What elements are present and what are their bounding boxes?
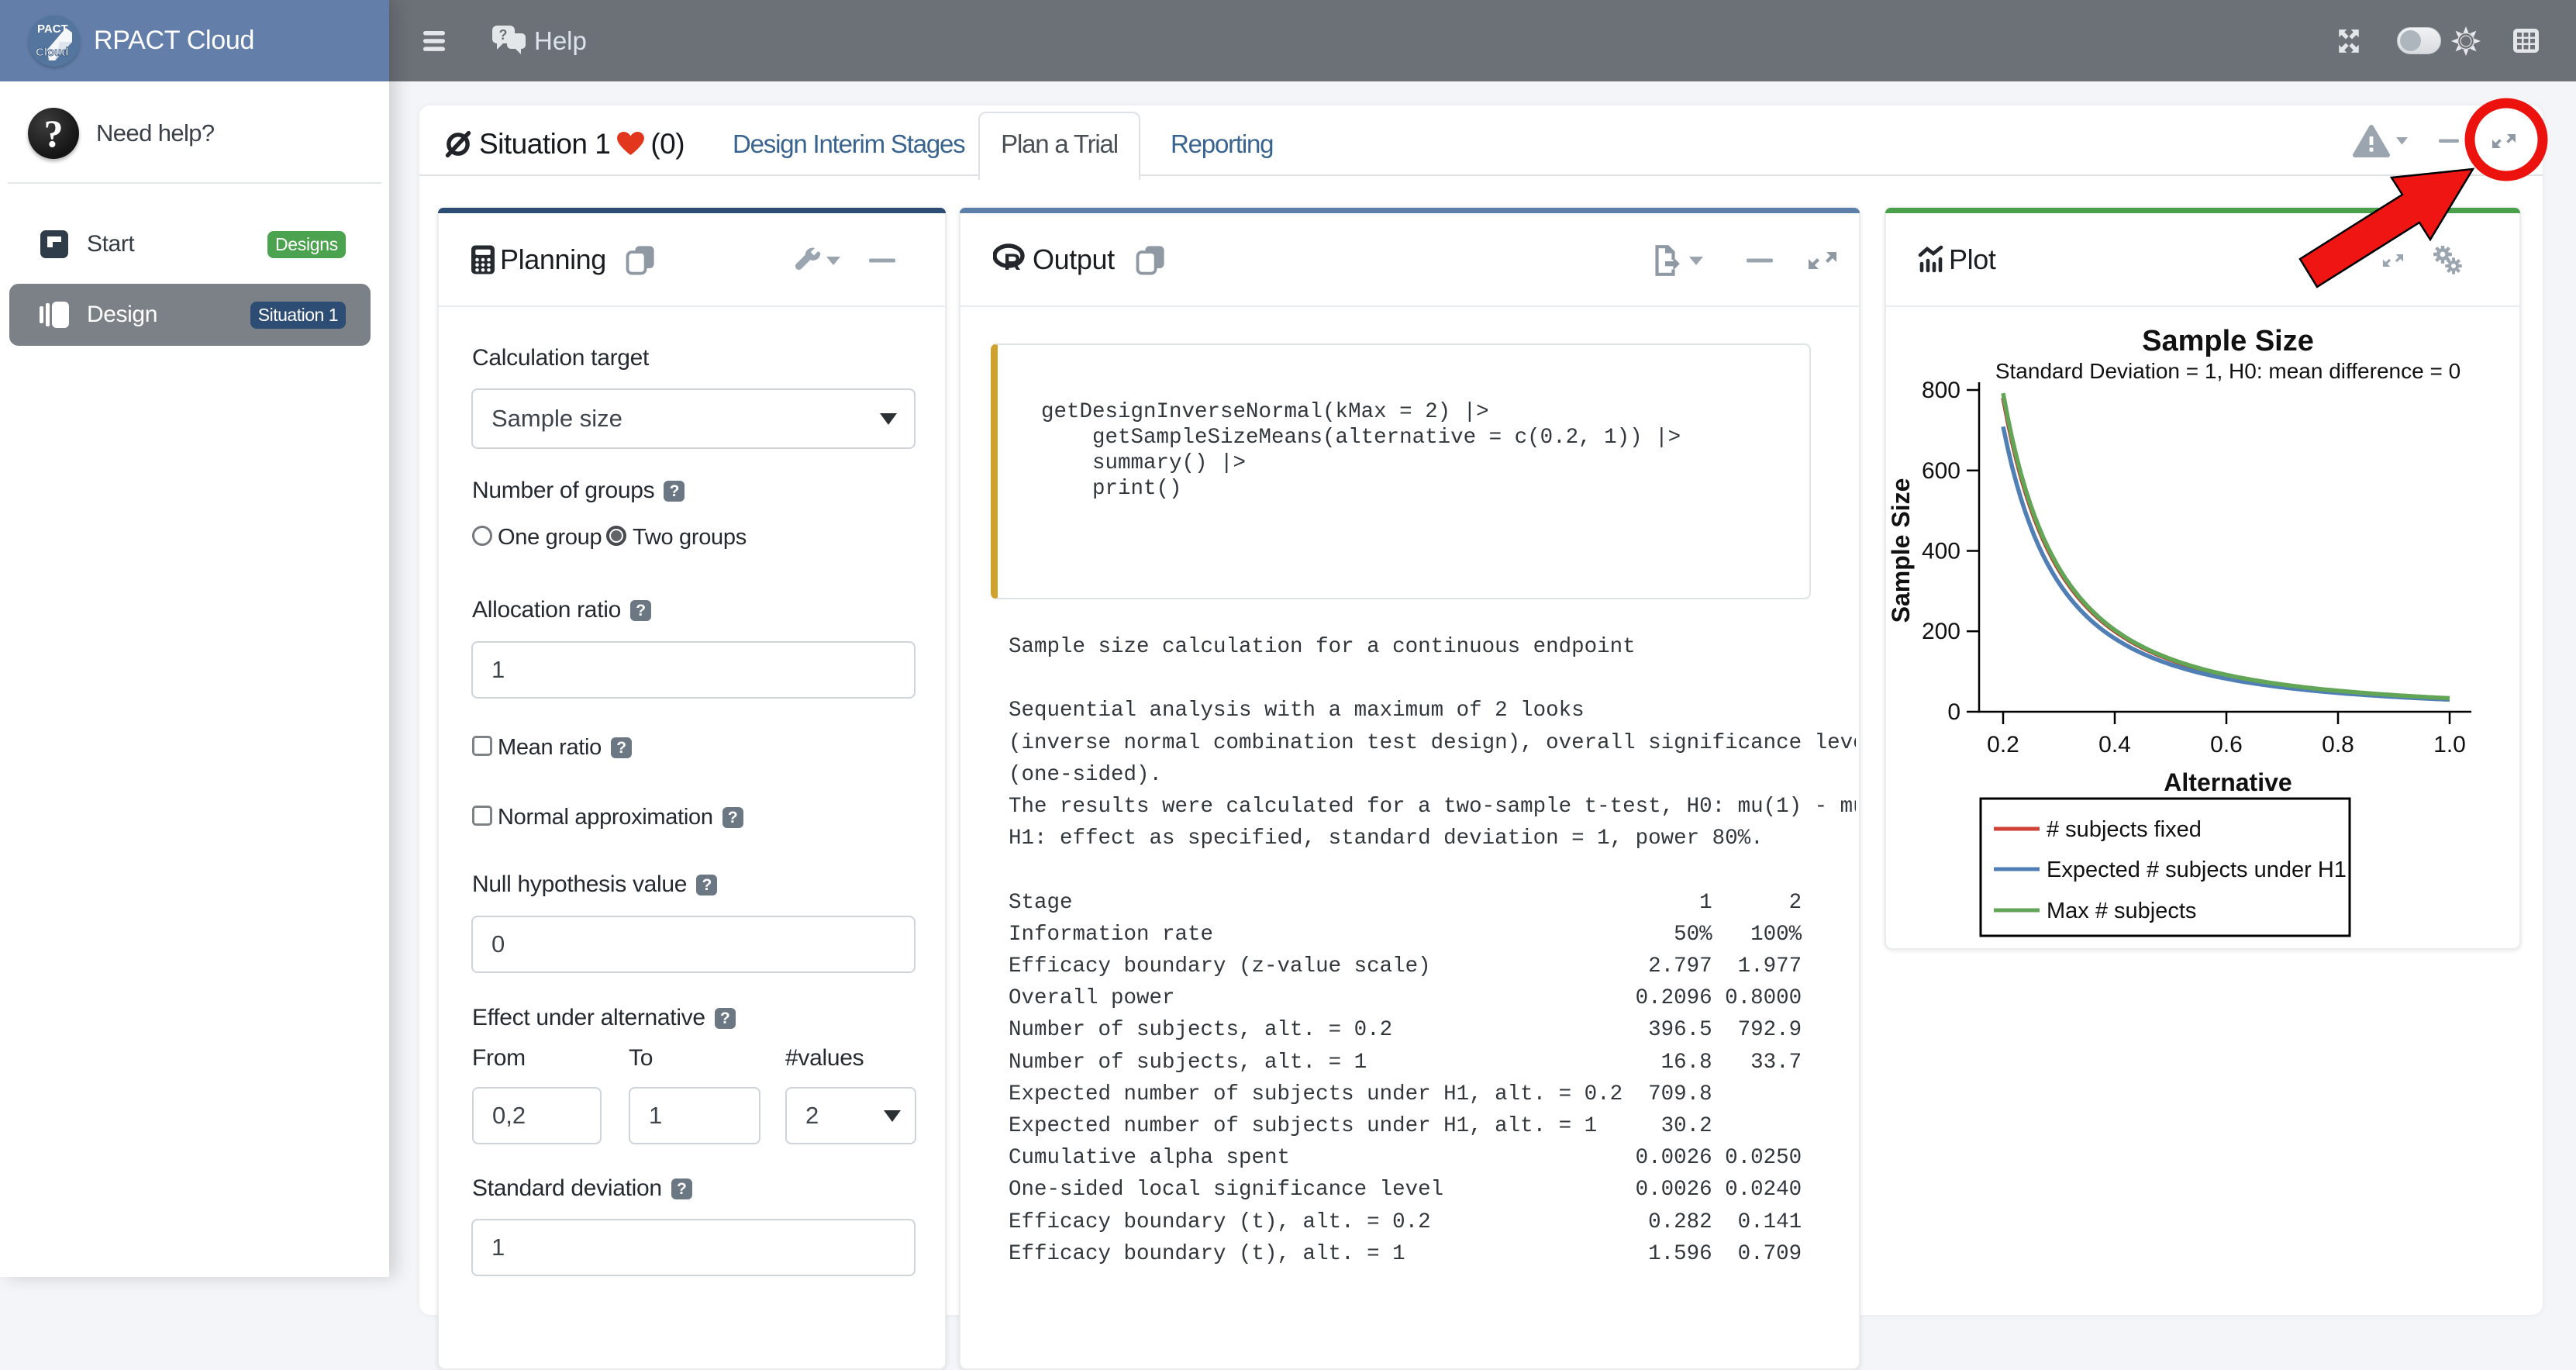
svg-text:0: 0 [1947,699,1960,725]
svg-text:?: ? [499,27,508,43]
svg-text:Max # subjects: Max # subjects [2047,899,2196,923]
svg-text:600: 600 [1922,458,1960,484]
svg-text:PACT: PACT [37,22,68,36]
svg-text:Sample Size: Sample Size [1887,478,1915,623]
svg-text:0.4: 0.4 [2098,732,2131,757]
svg-text:0.2: 0.2 [1987,732,2019,757]
svg-text:Sample Size: Sample Size [2142,325,2314,357]
svg-text:Cloud: Cloud [36,46,69,59]
svg-text:Alternative: Alternative [2164,768,2292,796]
svg-text:0.6: 0.6 [2210,732,2243,757]
svg-text:400: 400 [1922,539,1960,564]
svg-text:Expected # subjects under H1: Expected # subjects under H1 [2047,858,2347,882]
svg-text:# subjects fixed: # subjects fixed [2047,817,2202,842]
svg-text:200: 200 [1922,619,1960,644]
svg-text:R: R [1004,250,1021,275]
svg-text:0.8: 0.8 [2322,732,2354,757]
svg-text:800: 800 [1922,378,1960,403]
svg-text:1.0: 1.0 [2433,732,2466,757]
svg-text:Standard Deviation = 1, H0: me: Standard Deviation = 1, H0: mean differe… [1995,359,2460,383]
